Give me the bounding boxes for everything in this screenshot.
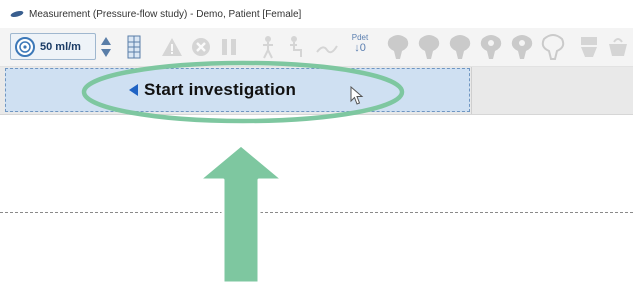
pdet-label: Pdet — [351, 33, 369, 42]
pause-icon[interactable] — [218, 36, 240, 58]
standing-person-icon[interactable] — [259, 35, 277, 59]
bladder-icon-3[interactable] — [447, 33, 473, 61]
action-bar: Start investigation — [0, 67, 633, 115]
cough-icon[interactable] — [315, 38, 339, 58]
spinner-arrows-icon[interactable] — [100, 35, 112, 59]
pointer-arrow-icon — [197, 143, 285, 285]
stop-icon[interactable] — [190, 36, 212, 58]
bladder-icon-4[interactable] — [478, 33, 504, 61]
flow-rate-button[interactable]: 50 ml/m — [10, 33, 96, 60]
toilet-icon[interactable] — [578, 35, 600, 59]
window-title: Measurement (Pressure-flow study) - Demo… — [29, 8, 302, 20]
bladder-icon-5[interactable] — [509, 33, 535, 61]
flow-cup-icon[interactable] — [606, 36, 630, 58]
pdet-zero-button[interactable]: Pdet ↓0 — [347, 33, 373, 61]
sitting-person-icon[interactable] — [287, 35, 305, 59]
bladder-icon-2[interactable] — [416, 33, 442, 61]
title-bar: Measurement (Pressure-flow study) - Demo… — [0, 0, 633, 28]
column-grid-icon[interactable] — [126, 35, 142, 59]
start-investigation-label: Start investigation — [143, 80, 297, 99]
toolbar: 50 ml/m Pdet ↓0 — [0, 28, 633, 67]
warning-icon[interactable] — [161, 36, 183, 58]
flow-rate-value: 50 ml/m — [40, 40, 81, 53]
play-triangle-icon — [128, 84, 138, 96]
panel-divider — [471, 67, 472, 114]
dashed-separator — [0, 212, 633, 213]
bladder-icon-6[interactable] — [540, 33, 566, 61]
pdet-zero-label: ↓0 — [354, 42, 366, 54]
start-investigation-button[interactable]: Start investigation — [5, 68, 470, 112]
bladder-icon-1[interactable] — [385, 33, 411, 61]
flow-rate-icon — [15, 36, 35, 57]
app-logo-icon — [10, 10, 24, 18]
mouse-cursor-icon — [350, 86, 364, 105]
